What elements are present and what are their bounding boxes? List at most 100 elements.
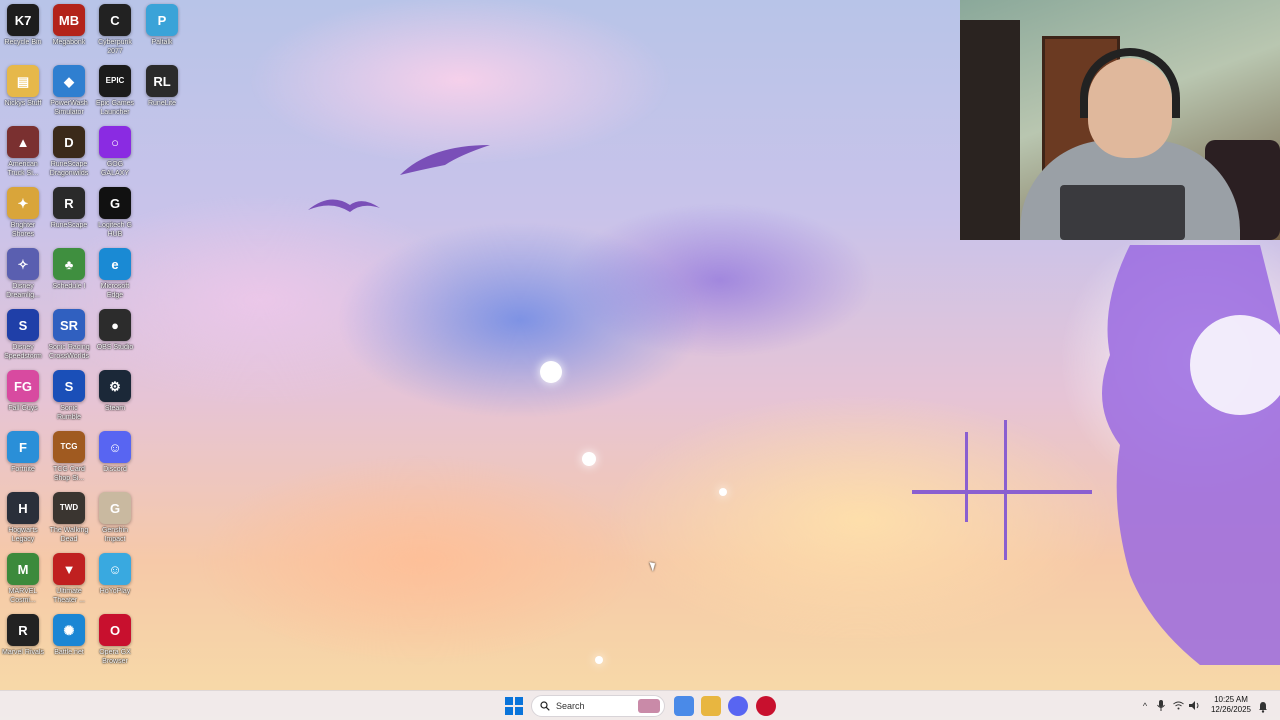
desktop-icon[interactable]: FG Fall Guys (0, 370, 46, 413)
app-icon: ✦ (7, 187, 39, 219)
app-icon: TCG (53, 431, 85, 463)
app-icon: M (7, 553, 39, 585)
notification-bell-icon[interactable] (1258, 700, 1268, 713)
webcam-background-shelf (960, 20, 1020, 240)
app-icon: ✺ (53, 614, 85, 646)
desktop-icon[interactable]: P Paltalk (139, 4, 185, 47)
tray-overflow-chevron-icon[interactable]: ^ (1138, 701, 1152, 711)
desktop-icon-label: The Walking Dead (49, 527, 89, 543)
desktop-icon[interactable]: R RuneScape (46, 187, 92, 230)
desktop-icon-label: RuneLite (147, 100, 177, 107)
desktop-icon[interactable]: SR Sonic Racing CrossWorlds (46, 309, 92, 361)
bird-small (308, 199, 380, 212)
desktop-icon-label: Disney Dreamlig... (6, 283, 40, 299)
desktop-icon-label: Paltalk (151, 39, 173, 46)
app-icon: ▲ (7, 126, 39, 158)
desktop-icon-label: Microsoft Edge (100, 283, 130, 299)
desktop-icon-label: OBS Studio (96, 344, 134, 351)
volume-icon[interactable] (1186, 700, 1202, 712)
desktop-icon[interactable]: H Hogwarts Legacy (0, 492, 46, 544)
app-icon: ✧ (7, 248, 39, 280)
desktop-icon[interactable]: ⚙ Steam (92, 370, 138, 413)
desktop-icon[interactable]: O Opera GX Browser (92, 614, 138, 666)
desktop-icon-label: Steam (104, 405, 126, 412)
desktop-icon[interactable]: RL RuneLite (139, 65, 185, 108)
file-explorer-icon[interactable] (701, 696, 721, 716)
desktop-icon[interactable]: G Genshin Impact (92, 492, 138, 544)
desktop-icon[interactable]: M MARVEL Cosmi... (0, 553, 46, 605)
app-icon: R (7, 614, 39, 646)
taskbar-clock[interactable]: 10:25 AM 12/26/2025 (1208, 695, 1254, 715)
search-placeholder: Search (556, 701, 585, 711)
widgets-search-icon (638, 699, 660, 713)
wifi-icon[interactable] (1170, 701, 1186, 712)
desktop-icon-label: Discord (103, 466, 127, 473)
app-icon: MB (53, 4, 85, 36)
desktop-icon-label: GOG GALAXY (100, 161, 129, 177)
desktop-icon[interactable]: K7 Recycle Bin (0, 4, 46, 47)
desktop-icon[interactable]: ▤ Nickys Stuff (0, 65, 46, 108)
desktop-icon[interactable]: ☺ Discord (92, 431, 138, 474)
wallpaper-birds (308, 145, 490, 212)
app-icon: H (7, 492, 39, 524)
app-icon: G (99, 492, 131, 524)
opera-gx-icon[interactable] (756, 696, 776, 716)
desktop-icon-label: Disney Speedstorm (4, 344, 42, 360)
desktop-icon-label: Recycle Bin (4, 39, 42, 46)
desktop-icon[interactable]: ▲ American Truck Si... (0, 126, 46, 178)
desktop-icon-label: Megabonk (52, 39, 86, 46)
desktop-icon[interactable]: R Marvel Rivals (0, 614, 46, 657)
app-icon: F (7, 431, 39, 463)
copilot-icon[interactable] (674, 696, 694, 716)
desktop-icon[interactable]: ✦ Brighter Shores (0, 187, 46, 239)
app-icon: D (53, 126, 85, 158)
desktop-icon-label: PowerWash Simulator (50, 100, 88, 116)
desktop-icon-label: TCG Card Shop Si... (53, 466, 85, 482)
clock-date: 12/26/2025 (1210, 705, 1252, 714)
desktop-icon[interactable]: ◆ PowerWash Simulator (46, 65, 92, 117)
desktop-icon[interactable]: MB Megabonk (46, 4, 92, 47)
desktop-icon-label: Fall Guys (8, 405, 38, 412)
app-icon: K7 (7, 4, 39, 36)
desktop-icon[interactable]: ♣ Schedule I (46, 248, 92, 291)
search-icon (540, 701, 550, 711)
desktop-icon[interactable]: ○ GOG GALAXY (92, 126, 138, 178)
desktop-icon[interactable]: ☺ HoYoPlay (92, 553, 138, 596)
wallpaper-moon (540, 361, 562, 383)
discord-icon[interactable] (728, 696, 748, 716)
mouse-cursor-icon (649, 560, 658, 572)
app-icon: G (99, 187, 131, 219)
app-icon: TWD (53, 492, 85, 524)
desktop-icon[interactable]: ✧ Disney Dreamlig... (0, 248, 46, 300)
desktop-icon[interactable]: ✺ Battle.net (46, 614, 92, 657)
desktop-icon[interactable]: TWD The Walking Dead (46, 492, 92, 544)
app-icon: FG (7, 370, 39, 402)
desktop-icon[interactable]: S Disney Speedstorm (0, 309, 46, 361)
app-icon: ⚙ (99, 370, 131, 402)
app-icon: S (53, 370, 85, 402)
desktop-icon[interactable]: F Fortnite (0, 431, 46, 474)
start-button[interactable] (505, 697, 523, 715)
wallpaper-orb-tiny (595, 656, 603, 664)
app-icon: ▤ (7, 65, 39, 97)
desktop-icon-label: RuneScape Dragonwilds (49, 161, 89, 177)
webcam-overlay (960, 0, 1280, 240)
desktop-icon-label: Hogwarts Legacy (8, 527, 38, 543)
desktop-icon[interactable]: e Microsoft Edge (92, 248, 138, 300)
desktop-icon[interactable]: C Cyberpunk 2077 (92, 4, 138, 56)
desktop-icon[interactable]: ▼ Ultimate Theater ... (46, 553, 92, 605)
desktop-icon[interactable]: TCG TCG Card Shop Si... (46, 431, 92, 483)
desktop-icon-label: Sonic Rumble (56, 405, 82, 421)
app-icon: SR (53, 309, 85, 341)
wallpaper-floating-castle (1102, 245, 1280, 665)
taskbar-search-box[interactable]: Search (531, 695, 665, 717)
microphone-icon[interactable] (1152, 699, 1170, 713)
desktop-icon[interactable]: D RuneScape Dragonwilds (46, 126, 92, 178)
app-icon: ☺ (99, 431, 131, 463)
desktop-icon[interactable]: G Logitech G HUB (92, 187, 138, 239)
clock-time: 10:25 AM (1214, 695, 1248, 704)
desktop-icon[interactable]: ● OBS Studio (92, 309, 138, 352)
desktop-icon[interactable]: S Sonic Rumble (46, 370, 92, 422)
app-icon: ☺ (99, 553, 131, 585)
desktop-icon[interactable]: EPIC Epic Games Launcher (92, 65, 138, 117)
